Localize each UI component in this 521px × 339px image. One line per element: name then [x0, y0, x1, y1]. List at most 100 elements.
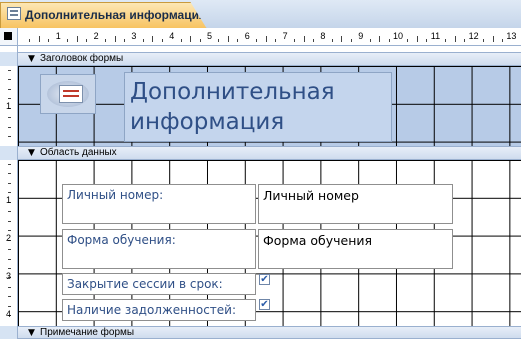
- checkbox-session-closed[interactable]: ✔: [259, 274, 270, 285]
- ruler-number: 2: [93, 31, 99, 41]
- form-icon: [7, 7, 21, 20]
- ruler-tick: [76, 36, 78, 42]
- ruler-number: 8: [320, 31, 326, 41]
- ruler-tick: [445, 39, 447, 42]
- vertical-ruler-footer-band: [0, 326, 17, 339]
- ruler-tick: [199, 39, 201, 42]
- label-personal-number[interactable]: Личный номер:: [62, 184, 256, 224]
- vertical-ruler[interactable]: 1 1 2 3 4: [0, 46, 18, 339]
- ruler-tick: [426, 39, 428, 42]
- label-debts[interactable]: Наличие задолженностей:: [62, 299, 256, 321]
- ruler-tick: [312, 39, 314, 42]
- ruler-number: 10: [393, 31, 404, 41]
- ruler-tick: [8, 220, 11, 222]
- label-study-form[interactable]: Форма обучения:: [62, 229, 256, 269]
- section-bar-form-header[interactable]: ▼ Заголовок формы: [18, 52, 521, 66]
- section-arrow-icon: ▼: [28, 328, 35, 338]
- section-bar-form-footer[interactable]: ▼ Примечание формы: [18, 326, 521, 339]
- section-label-header: Заголовок формы: [40, 53, 124, 64]
- ruler-tick: [416, 36, 418, 42]
- ruler-number: 12: [468, 31, 479, 41]
- ruler-tick: [8, 230, 11, 232]
- ruler-tick: [8, 70, 11, 71]
- ruler-tick: [8, 136, 11, 138]
- ruler-number: 1: [55, 31, 61, 41]
- vertical-ruler-detail-band: [0, 146, 17, 160]
- ruler-number: 1: [6, 195, 12, 205]
- ruler-tick: [142, 39, 144, 42]
- ruler-number: 9: [358, 31, 364, 41]
- form-title-label[interactable]: Дополнительная информация: [124, 72, 392, 142]
- tab-form[interactable]: Дополнительная информация: [0, 2, 207, 29]
- form-logo-icon: [47, 81, 89, 107]
- ruler-tick: [501, 39, 503, 42]
- section-label-detail: Область данных: [40, 147, 117, 158]
- ruler-tick: [388, 39, 390, 42]
- section-arrow-icon: ▼: [28, 54, 35, 64]
- ruler-number: 2: [6, 233, 12, 243]
- form-logo[interactable]: [40, 74, 96, 114]
- ruler-tick: [29, 39, 31, 42]
- checkbox-debts[interactable]: ✔: [259, 299, 270, 310]
- ruler-tick: [105, 39, 107, 42]
- ruler-tick: [218, 39, 220, 42]
- ruler-tick: [379, 36, 381, 42]
- ruler-tick: [8, 249, 11, 251]
- check-icon: ✔: [260, 274, 269, 285]
- ruler-tick: [161, 39, 163, 42]
- ruler-number: 11: [430, 31, 441, 41]
- ruler-number: 3: [131, 31, 137, 41]
- ruler-number: 6: [244, 31, 250, 41]
- ruler-tick: [341, 36, 343, 42]
- ruler-tick: [8, 164, 11, 165]
- ruler-tick: [190, 36, 192, 42]
- ruler-tick: [8, 98, 11, 100]
- ruler-tick: [275, 39, 277, 42]
- ruler-tick: [407, 39, 409, 42]
- ruler-tick: [38, 36, 40, 42]
- ruler-tick: [8, 267, 11, 269]
- ruler-tick: [8, 296, 11, 298]
- ruler-tick: [8, 182, 11, 184]
- tab-label: Дополнительная информация: [25, 8, 206, 22]
- ruler-tick: [265, 36, 267, 42]
- ruler-tick: [180, 39, 182, 42]
- ruler-tick: [8, 173, 11, 175]
- section-arrow-icon: ▼: [28, 148, 35, 158]
- ruler-tick: [483, 39, 485, 42]
- ruler-tick: [8, 79, 11, 81]
- ruler-tick: [256, 39, 258, 42]
- ruler-tick: [8, 117, 11, 119]
- label-session-closed[interactable]: Закрытие сессии в срок:: [62, 273, 256, 295]
- ruler-tick: [114, 36, 116, 42]
- ruler-tick: [8, 305, 11, 307]
- ruler-tick: [8, 286, 11, 288]
- ruler-tick: [303, 36, 305, 42]
- ruler-tick: [227, 36, 229, 42]
- document-tab-bar: Дополнительная информация: [0, 0, 521, 29]
- ruler-tick: [464, 39, 466, 42]
- ruler-tick: [350, 39, 352, 42]
- ruler-tick: [48, 39, 50, 42]
- ruler-tick: [8, 88, 11, 90]
- ruler-tick: [8, 126, 11, 128]
- ruler-tick: [86, 39, 88, 42]
- ruler-number: 7: [282, 31, 288, 41]
- ruler-tick: [454, 36, 456, 42]
- ruler-number: 1: [6, 101, 12, 111]
- section-bar-detail[interactable]: ▼ Область данных: [18, 146, 521, 160]
- ruler-tick: [294, 39, 296, 42]
- ruler-number: 13: [506, 31, 517, 41]
- ruler-tick: [123, 39, 125, 42]
- ruler-number: 4: [6, 309, 12, 319]
- form-selector[interactable]: [0, 28, 18, 46]
- field-study-form[interactable]: Форма обучения: [258, 229, 453, 269]
- horizontal-ruler[interactable]: 1 2 3 4 5 6 7 8 9 10 11 12 13: [18, 28, 521, 46]
- ruler-number: 5: [207, 31, 213, 41]
- ruler-tick: [8, 192, 11, 194]
- ruler-tick: [67, 39, 69, 42]
- field-personal-number[interactable]: Личный номер: [258, 184, 453, 224]
- ruler-tick: [492, 36, 494, 42]
- logo-card: [59, 85, 83, 103]
- section-label-footer: Примечание формы: [40, 327, 135, 338]
